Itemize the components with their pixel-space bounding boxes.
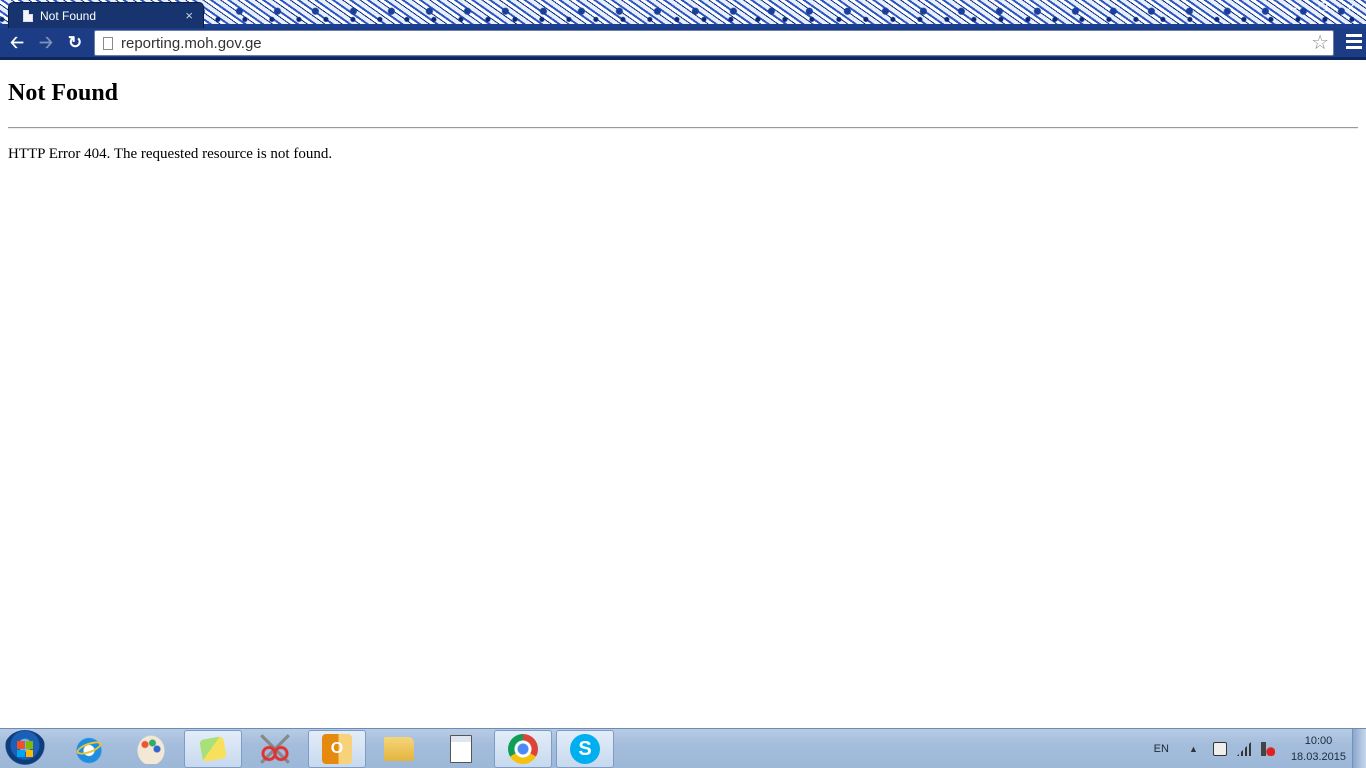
sticky-notes-icon bbox=[199, 736, 227, 762]
address-bar[interactable]: reporting.moh.gov.ge ☆ bbox=[94, 30, 1334, 56]
window-controls: — ❐ ✕ bbox=[1284, 0, 1362, 16]
snipping-tool-icon bbox=[260, 734, 290, 764]
close-window-icon[interactable]: ✕ bbox=[1340, 0, 1362, 16]
document-icon bbox=[450, 735, 472, 763]
menu-icon[interactable] bbox=[1346, 34, 1362, 52]
reload-icon[interactable]: ↻ bbox=[63, 32, 87, 54]
internet-explorer-taskbar-button[interactable] bbox=[60, 730, 118, 768]
address-text[interactable]: reporting.moh.gov.ge bbox=[121, 35, 262, 52]
browser-tab[interactable]: Not Found × bbox=[8, 2, 204, 28]
start-button[interactable] bbox=[4, 730, 46, 768]
skype-taskbar-button[interactable]: S bbox=[556, 730, 614, 768]
folder-icon bbox=[384, 737, 414, 761]
windows-explorer-taskbar-button[interactable] bbox=[370, 730, 428, 768]
page-icon bbox=[23, 9, 33, 22]
chrome-taskbar-button[interactable] bbox=[494, 730, 552, 768]
chrome-icon bbox=[508, 734, 538, 764]
snipping-tool-taskbar-button[interactable] bbox=[246, 730, 304, 768]
notepad-taskbar-button[interactable] bbox=[432, 730, 490, 768]
windows-logo-icon bbox=[17, 741, 33, 757]
system-tray: EN ▲ 10:00 18.03.2015 bbox=[1154, 729, 1346, 768]
browser-titlebar: Not Found × — ❐ ✕ bbox=[0, 0, 1366, 28]
paint-palette-icon bbox=[136, 734, 166, 764]
sticky-notes-taskbar-button[interactable] bbox=[184, 730, 242, 768]
clock-date: 18.03.2015 bbox=[1290, 751, 1346, 763]
forward-arrow-icon[interactable]: 🡢 bbox=[34, 32, 58, 54]
clock[interactable]: 10:00 18.03.2015 bbox=[1291, 733, 1346, 765]
outlook-icon: O bbox=[322, 734, 352, 764]
back-arrow-icon[interactable]: 🡠 bbox=[5, 32, 29, 54]
outlook-taskbar-button[interactable]: O bbox=[308, 730, 366, 768]
show-desktop-button[interactable] bbox=[1352, 729, 1366, 768]
network-signal-icon[interactable] bbox=[1236, 742, 1251, 756]
tab-title: Not Found bbox=[40, 8, 97, 23]
paint-taskbar-button[interactable] bbox=[122, 730, 180, 768]
minimize-icon[interactable]: — bbox=[1284, 0, 1306, 16]
divider bbox=[8, 127, 1358, 129]
internet-explorer-icon bbox=[74, 734, 104, 764]
clock-time: 10:00 bbox=[1304, 735, 1333, 747]
skype-icon: S bbox=[570, 734, 600, 764]
taskbar: O S EN ▲ 10:00 18.03.2015 bbox=[0, 728, 1366, 768]
page-icon bbox=[103, 37, 113, 50]
browser-toolbar: 🡠 🡢 ↻ reporting.moh.gov.ge ☆ bbox=[0, 28, 1366, 60]
page-content: Not Found HTTP Error 404. The requested … bbox=[0, 63, 1366, 728]
show-hidden-icons-icon[interactable]: ▲ bbox=[1189, 742, 1203, 756]
bookmark-star-icon[interactable]: ☆ bbox=[1311, 31, 1329, 55]
error-message: HTTP Error 404. The requested resource i… bbox=[8, 146, 333, 162]
power-plug-icon[interactable] bbox=[1212, 742, 1227, 756]
page-heading: Not Found bbox=[8, 80, 119, 106]
language-indicator[interactable]: EN bbox=[1154, 743, 1169, 755]
close-tab-icon[interactable]: × bbox=[185, 9, 193, 22]
volume-muted-icon[interactable] bbox=[1260, 742, 1275, 756]
restore-icon[interactable]: ❐ bbox=[1312, 0, 1334, 16]
